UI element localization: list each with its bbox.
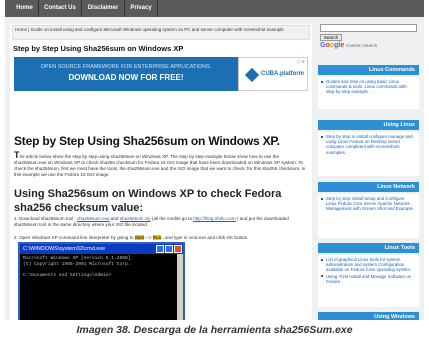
intro-text: he article below show the step by step u… bbox=[14, 154, 306, 177]
close-icon[interactable] bbox=[174, 245, 182, 253]
step1-text-c: (all the credits go to bbox=[150, 216, 194, 221]
cmd-scrollbar[interactable] bbox=[177, 254, 183, 320]
post-title[interactable]: Step by Step Using Sha256sum on Windows … bbox=[13, 44, 183, 53]
sidebar-heading-linux-commands: Linux Commands bbox=[318, 65, 419, 75]
maximize-icon[interactable] bbox=[165, 245, 173, 253]
section-title: Using Sha256sum on Windows XP to check F… bbox=[14, 188, 282, 214]
ad-headline: OPEN SOURCE FRAMEWORK FOR ENTERPRISE APP… bbox=[40, 64, 212, 70]
nav-home-link[interactable]: Home bbox=[11, 0, 39, 17]
nav-privacy-link[interactable]: Privacy bbox=[125, 0, 158, 17]
sidebar-box-linux-network: Step by step install Setup and Configure… bbox=[318, 194, 419, 238]
sidebar-box-linux-tools: List of graphical Linux tools for system… bbox=[318, 255, 419, 307]
cuba-logo-icon bbox=[244, 67, 260, 83]
sidebar-heading-linux-network: Linux Network bbox=[318, 182, 419, 192]
search-button[interactable]: Search bbox=[320, 34, 342, 41]
sha256sum-exe-link[interactable]: sha256sum.exe bbox=[77, 216, 109, 221]
window-controls bbox=[155, 245, 182, 253]
article-intro: The article below show the step by step … bbox=[14, 151, 310, 178]
sidebar-heading-using-windows: Using Windows bbox=[318, 312, 419, 320]
step1-text-b: and bbox=[109, 216, 120, 221]
sidebar-link-yum[interactable]: Using YUM Install and Manage Software on… bbox=[321, 274, 416, 284]
breadcrumb[interactable]: Home | Guide on install using and config… bbox=[12, 25, 310, 40]
step-2: 2. Open Windows XP command line interpre… bbox=[14, 235, 310, 241]
cmd-titlebar[interactable]: C:\WINDOWS\system32\cmd.exe bbox=[20, 244, 183, 254]
article-title: Step by Step Using Sha256sum on Windows … bbox=[14, 134, 280, 148]
start-highlight: Start bbox=[134, 235, 145, 240]
step2-text-b: ...and type in cmd.exe and click OK butt… bbox=[161, 235, 249, 240]
sidebar: Search Google Custom Search Linux Comman… bbox=[316, 20, 421, 320]
main-content: Home | Guide on install using and config… bbox=[10, 24, 312, 320]
sidebar-heading-linux-tools: Linux Tools bbox=[318, 243, 419, 253]
sidebar-box-using-linux: Step by step to install configure manage… bbox=[318, 132, 419, 176]
sidebar-link-using-linux[interactable]: Step by step to install configure manage… bbox=[321, 134, 416, 155]
sidebar-link-linux-tools[interactable]: List of graphical Linux tools for system… bbox=[321, 257, 416, 273]
figure-caption: Imagen 38. Descarga de la herramienta sh… bbox=[76, 324, 353, 336]
run-highlight: Run bbox=[152, 235, 162, 240]
minimize-icon[interactable] bbox=[156, 245, 164, 253]
step2-arrow: --> bbox=[144, 235, 153, 240]
credit-link[interactable]: http://blog.nfolio.com bbox=[193, 216, 235, 221]
nav-disclaimer-link[interactable]: Disclaimer bbox=[82, 0, 125, 17]
google-letter: e bbox=[340, 42, 345, 49]
cmd-title: C:\WINDOWS\system32\cmd.exe bbox=[23, 246, 106, 252]
sidebar-link-linux-commands[interactable]: Guides and help on using basic Linux com… bbox=[321, 79, 416, 95]
step1-text-a: 1. Download sha256sum tool : bbox=[14, 216, 78, 221]
custom-search-label: Custom Search bbox=[346, 43, 378, 48]
sha256sum-zip-link[interactable]: sha256sum.zip bbox=[120, 216, 151, 221]
ad-promo-panel[interactable]: OPEN SOURCE FRAMEWORK FOR ENTERPRISE APP… bbox=[14, 57, 238, 91]
ad-banner[interactable]: OPEN SOURCE FRAMEWORK FOR ENTERPRISE APP… bbox=[14, 57, 308, 91]
top-nav: Home Contact Us Disclaimer Privacy bbox=[5, 0, 424, 17]
search-input[interactable] bbox=[320, 24, 417, 32]
nav-contact-link[interactable]: Contact Us bbox=[39, 0, 82, 17]
cmd-window[interactable]: C:\WINDOWS\system32\cmd.exe Microsoft Wi… bbox=[18, 242, 185, 320]
sidebar-link-linux-network[interactable]: Step by step install Setup and Configure… bbox=[321, 196, 416, 212]
sidebar-box-linux-commands: Guides and help on using basic Linux com… bbox=[318, 77, 419, 109]
ad-cta[interactable]: DOWNLOAD NOW FOR FREE! bbox=[14, 73, 238, 82]
google-custom-search-logo: Google Custom Search bbox=[320, 42, 377, 49]
ad-close-icon[interactable]: ⓘ ✕ bbox=[297, 59, 305, 65]
step-1: 1. Download sha256sum tool : sha256sum.e… bbox=[14, 216, 310, 228]
browser-screenshot: Home Contact Us Disclaimer Privacy Home … bbox=[5, 0, 424, 320]
cmd-output[interactable]: Microsoft Windows XP [Version 5.1.2600] … bbox=[23, 256, 181, 278]
ad-logo-panel[interactable]: ⓘ ✕ CUBA.platform bbox=[238, 57, 308, 91]
sidebar-heading-using-linux: Using Linux bbox=[318, 120, 419, 130]
step2-text-a: 2. Open Windows XP command line interpre… bbox=[14, 235, 135, 240]
ad-logo-text: CUBA.platform bbox=[261, 71, 304, 77]
